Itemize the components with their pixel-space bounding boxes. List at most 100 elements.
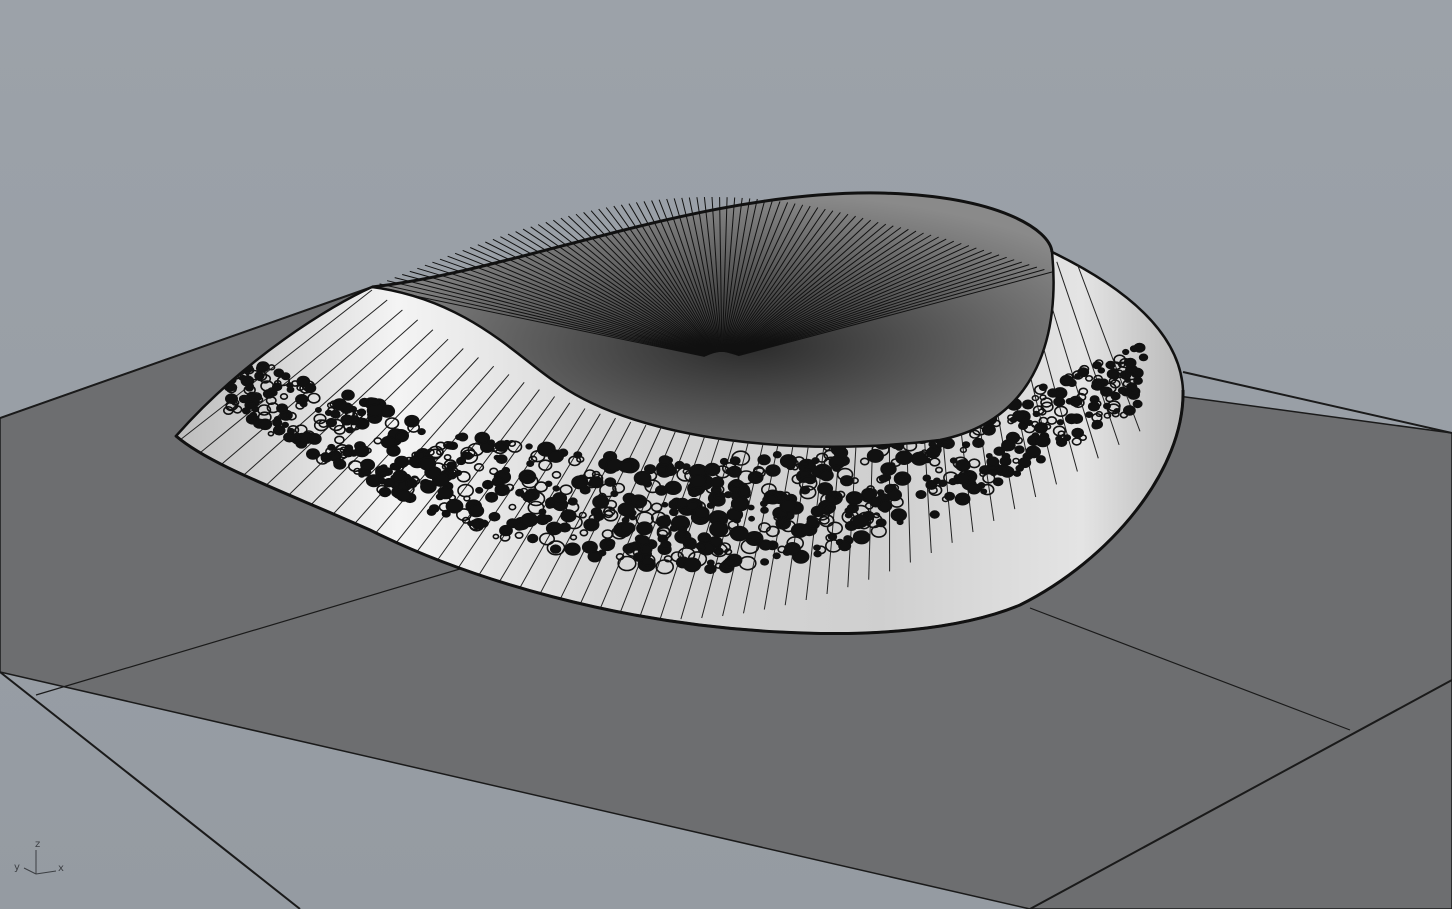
perforation-hole bbox=[915, 489, 927, 499]
perforation-hole bbox=[1059, 374, 1074, 387]
perforation-hole bbox=[617, 502, 635, 517]
perforation-hole bbox=[910, 451, 928, 466]
perforation-hole bbox=[967, 483, 981, 495]
perforation-hole bbox=[981, 425, 992, 435]
perforation-hole bbox=[1001, 452, 1011, 461]
perforation-hole bbox=[360, 458, 376, 472]
perforation-hole bbox=[445, 498, 464, 514]
perforation-hole bbox=[583, 518, 600, 532]
perforation-hole bbox=[564, 542, 581, 556]
perforation-hole bbox=[547, 449, 564, 463]
perforation-hole bbox=[341, 389, 355, 401]
perforation-hole bbox=[420, 479, 437, 494]
perforation-hole bbox=[514, 522, 525, 531]
perforation-hole bbox=[1038, 383, 1048, 392]
perforation-hole bbox=[954, 492, 971, 506]
perforation-hole bbox=[1065, 397, 1074, 405]
perforation-hole bbox=[286, 386, 295, 394]
perforation-hole bbox=[1070, 413, 1084, 425]
perforation-hole bbox=[330, 409, 341, 419]
perforation-hole bbox=[1035, 434, 1051, 448]
perforation-hole bbox=[765, 465, 776, 474]
perforation-hole bbox=[832, 464, 841, 472]
perforation-hole bbox=[552, 485, 560, 492]
perforation-hole bbox=[1129, 345, 1139, 353]
perforation-hole bbox=[760, 558, 770, 566]
perforation-hole bbox=[1138, 353, 1149, 362]
perforation-hole bbox=[925, 446, 941, 459]
perforation-hole bbox=[605, 458, 623, 472]
perforation-hole bbox=[810, 505, 825, 518]
perforation-hole bbox=[660, 540, 672, 550]
perforation-hole bbox=[1021, 399, 1034, 410]
perforation-hole bbox=[247, 382, 255, 389]
perforation-hole bbox=[249, 414, 257, 421]
perforation-hole bbox=[475, 486, 484, 494]
perforation-hole bbox=[636, 521, 653, 536]
perforation-hole bbox=[852, 530, 871, 545]
perforation-hole bbox=[689, 474, 708, 489]
perforation-hole bbox=[668, 508, 679, 517]
perforation-hole bbox=[456, 456, 467, 466]
perforation-hole bbox=[1053, 396, 1066, 407]
perforation-hole bbox=[806, 517, 819, 528]
perforation-hole bbox=[643, 464, 657, 475]
perforation-hole bbox=[760, 506, 769, 514]
perforation-hole bbox=[255, 364, 266, 373]
perforation-hole bbox=[1032, 410, 1041, 418]
perforation-hole bbox=[272, 418, 283, 427]
perforation-hole bbox=[395, 430, 409, 442]
perforation-hole bbox=[972, 437, 985, 449]
perforation-hole bbox=[656, 515, 672, 528]
perforation-hole bbox=[637, 535, 650, 546]
perforation-hole bbox=[383, 477, 395, 488]
perforation-hole bbox=[340, 414, 354, 426]
perforation-hole bbox=[1015, 464, 1025, 472]
perforation-hole bbox=[801, 461, 810, 468]
perforation-hole bbox=[944, 491, 955, 501]
perforation-hole bbox=[956, 472, 971, 485]
perforation-hole bbox=[604, 538, 616, 548]
perforation-hole bbox=[1025, 445, 1041, 459]
perforation-hole bbox=[522, 491, 536, 503]
perforation-hole bbox=[890, 508, 907, 522]
perforation-hole bbox=[417, 428, 426, 436]
perforation-hole bbox=[1110, 391, 1121, 401]
perforation-hole bbox=[426, 507, 437, 516]
perforation-hole bbox=[479, 519, 489, 528]
perforation-hole bbox=[593, 512, 605, 521]
perforation-hole bbox=[378, 487, 392, 498]
perforation-hole bbox=[704, 563, 717, 575]
perforation-hole bbox=[658, 455, 672, 466]
perforation-hole bbox=[527, 533, 539, 544]
perforation-hole bbox=[928, 441, 937, 448]
perforation-hole bbox=[567, 497, 578, 506]
perforation-hole bbox=[587, 550, 603, 563]
perforation-hole bbox=[669, 524, 679, 532]
axis-x-label: x bbox=[58, 863, 64, 874]
perforation-hole bbox=[258, 418, 273, 431]
perforation-hole bbox=[354, 444, 370, 458]
axis-triad: z y x bbox=[10, 838, 70, 882]
perforation-hole bbox=[463, 451, 474, 460]
perforation-hole bbox=[560, 509, 577, 523]
perforation-hole bbox=[394, 455, 410, 469]
perforation-hole bbox=[445, 441, 456, 450]
axis-y-label: y bbox=[14, 862, 20, 873]
perforation-hole bbox=[515, 488, 525, 497]
perforation-hole bbox=[1092, 361, 1102, 370]
perforation-hole bbox=[320, 452, 331, 461]
perforation-hole bbox=[621, 522, 636, 534]
perforation-hole bbox=[933, 477, 941, 485]
perforation-hole bbox=[1012, 410, 1026, 422]
perforation-hole bbox=[273, 368, 285, 378]
perforation-hole bbox=[437, 486, 454, 500]
perforation-hole bbox=[704, 462, 721, 477]
perspective-viewport[interactable]: z y x bbox=[0, 0, 1452, 909]
scene-canvas[interactable] bbox=[0, 0, 1452, 909]
perforation-hole bbox=[1001, 439, 1016, 452]
perforation-hole bbox=[748, 515, 755, 522]
perforation-hole bbox=[655, 485, 668, 496]
perforation-hole bbox=[813, 550, 822, 558]
perforation-hole bbox=[228, 383, 238, 392]
